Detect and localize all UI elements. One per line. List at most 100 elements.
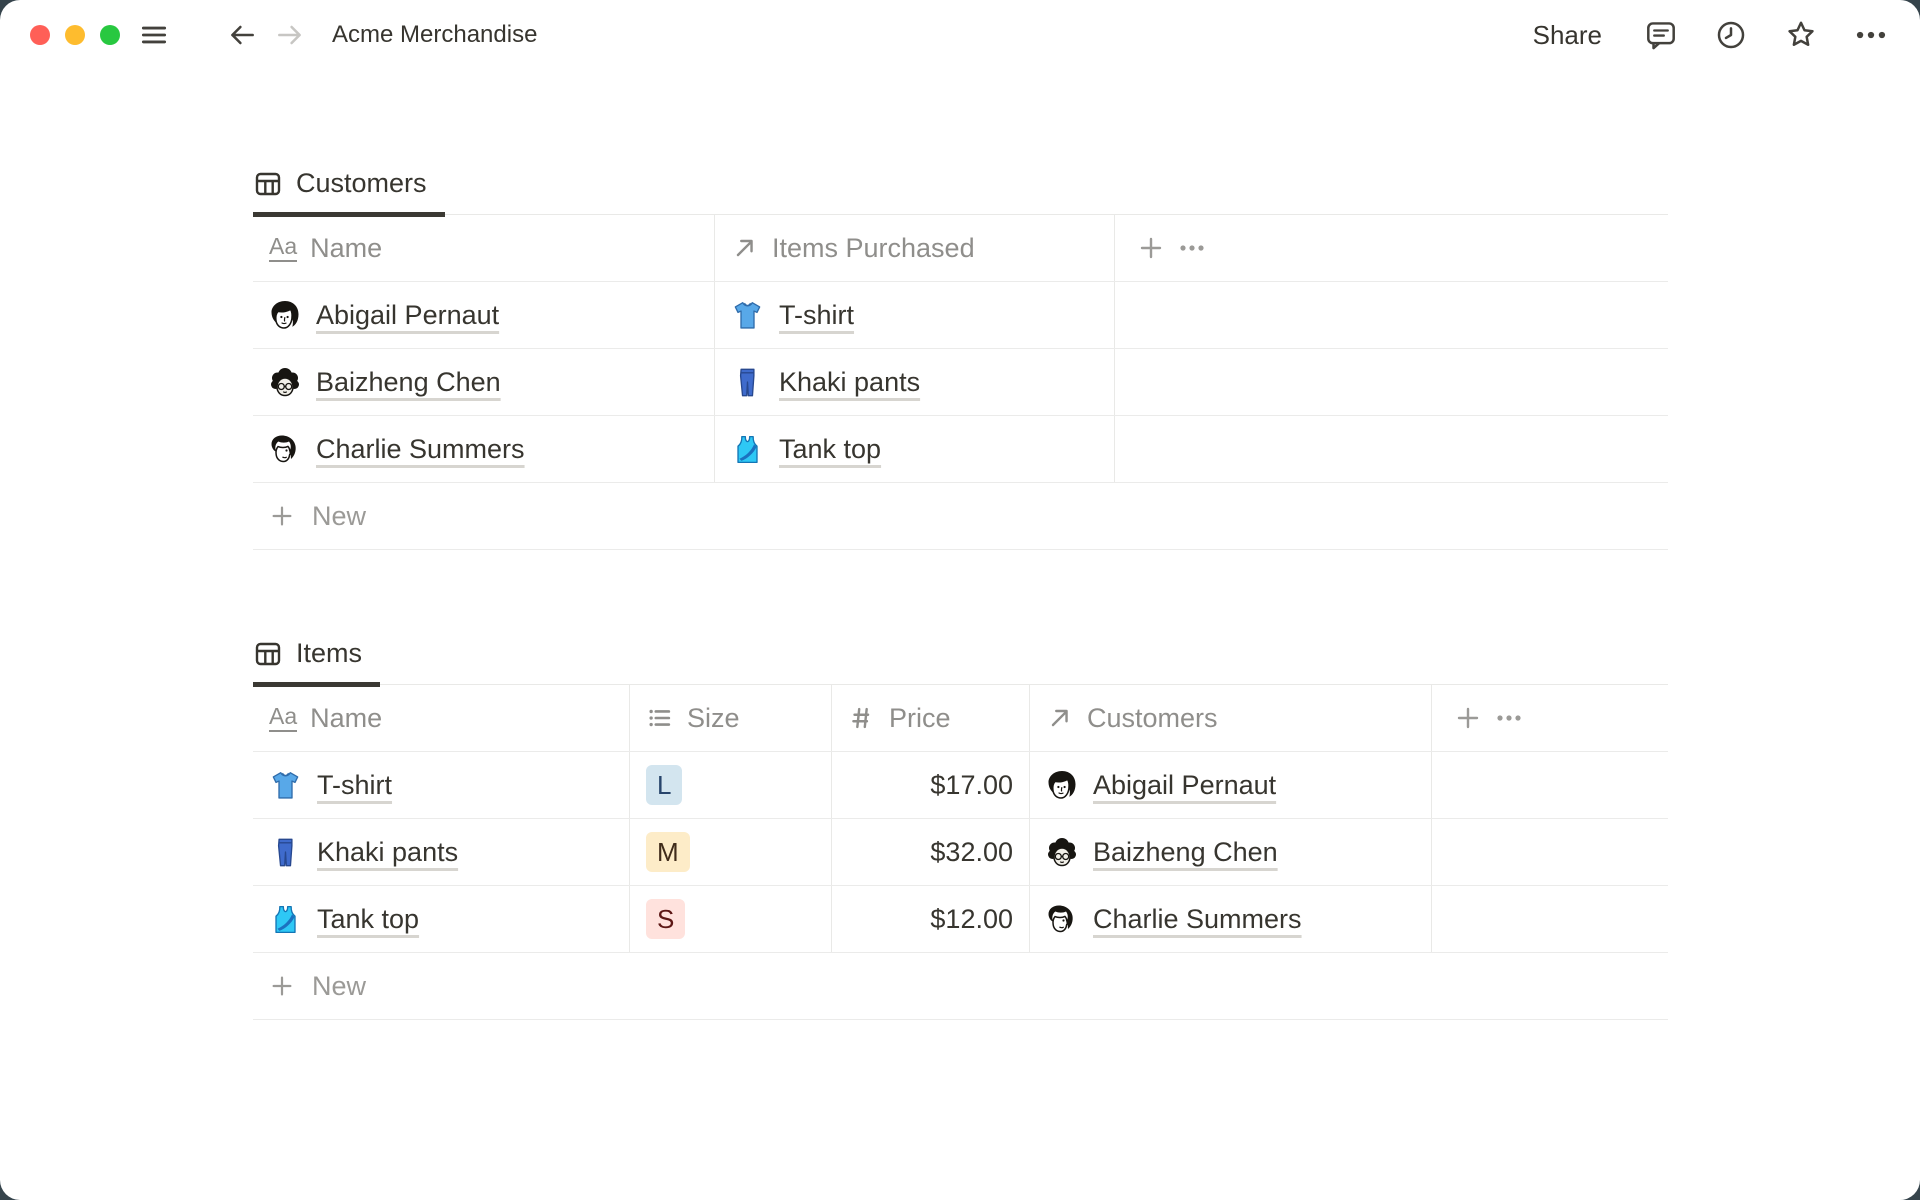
new-row-label: New [312,500,367,531]
empty-cell [1432,752,1668,818]
item-link[interactable]: T-shirt [779,300,854,331]
more-options-button[interactable] [1854,18,1888,52]
customers-view-tabs: Customers [253,168,1668,217]
item-name-link[interactable]: Tank top [317,904,419,935]
column-header-size[interactable]: Size [630,685,832,751]
item-name-link[interactable]: Khaki pants [317,837,458,868]
table-options-button[interactable] [1495,704,1523,732]
column-label: Name [310,232,383,263]
cell-customer-name[interactable]: Abigail Pernaut [253,282,715,348]
add-property-button[interactable] [1454,704,1482,732]
close-window-button[interactable] [30,25,50,45]
zoom-window-button[interactable] [100,25,120,45]
customer-link[interactable]: Baizheng Chen [1093,837,1278,868]
updates-history-button[interactable] [1714,18,1748,52]
table-options-button[interactable] [1178,234,1206,262]
cell-items-purchased[interactable]: T-shirt [715,282,1115,348]
column-header-items-purchased[interactable]: Items Purchased [715,215,1115,281]
table-row: Khaki pants M $32.00 Baizheng Chen [253,819,1668,886]
avatar [269,299,301,331]
column-header-name[interactable]: Aa Name [253,685,630,751]
navigate-forward-button[interactable] [274,19,306,51]
plus-icon [269,973,295,999]
number-hash-icon [848,704,876,732]
items-view-tabs: Items [253,638,1668,687]
title-bar: Acme Merchandise Share [0,0,1920,70]
cell-size[interactable]: M [630,819,832,885]
relation-arrow-icon [1046,704,1074,732]
column-label: Customers [1087,702,1218,733]
cell-customer[interactable]: Charlie Summers [1030,886,1432,952]
tab-customers-table-view[interactable]: Customers [253,168,445,217]
size-tag[interactable]: L [646,765,683,805]
page-title: Acme Merchandise [332,21,538,48]
ellipsis-more-icon [1854,18,1888,52]
cell-size[interactable]: L [630,752,832,818]
view-tab-label: Items [296,638,363,668]
items-table-header: Aa Name Size Price Customers [253,685,1668,752]
table-row: Baizheng Chen Khaki pants [253,349,1668,416]
cell-item-name[interactable]: Tank top [253,886,630,952]
column-header-customers[interactable]: Customers [1030,685,1432,751]
customer-name-link[interactable]: Charlie Summers [316,434,525,465]
page-content: Customers Aa Name Items Purchased Abigai… [0,168,1920,1020]
text-Aa-icon: Aa [269,704,298,732]
size-tag[interactable]: S [646,899,686,939]
comments-button[interactable] [1644,18,1678,52]
size-tag[interactable]: M [646,832,690,872]
favorite-button[interactable] [1784,18,1818,52]
tab-items-table-view[interactable]: Items [253,638,381,687]
minimize-window-button[interactable] [65,25,85,45]
navigate-back-button[interactable] [226,19,258,51]
cell-price[interactable]: $17.00 [832,752,1030,818]
sidebar-menu-button[interactable] [138,19,170,51]
plus-icon [269,503,295,529]
relation-arrow-icon [731,234,759,262]
select-list-icon [646,704,674,732]
column-header-price[interactable]: Price [832,685,1030,751]
add-property-button[interactable] [1137,234,1165,262]
cell-customer-name[interactable]: Charlie Summers [253,416,715,482]
avatar [269,433,301,465]
avatar [1046,836,1078,868]
customer-name-link[interactable]: Baizheng Chen [316,367,501,398]
cell-items-purchased[interactable]: Khaki pants [715,349,1115,415]
cell-item-name[interactable]: Khaki pants [253,819,630,885]
cell-customer[interactable]: Abigail Pernaut [1030,752,1432,818]
table-row: T-shirt L $17.00 Abigail Pernaut [253,752,1668,819]
new-row-button[interactable]: New [253,953,1668,1020]
text-Aa-icon: Aa [269,234,298,262]
item-name-link[interactable]: T-shirt [317,770,392,801]
customer-link[interactable]: Abigail Pernaut [1093,770,1276,801]
cell-customer[interactable]: Baizheng Chen [1030,819,1432,885]
customers-table-header: Aa Name Items Purchased [253,215,1668,282]
item-link[interactable]: Khaki pants [779,367,920,398]
empty-cell [1115,349,1668,415]
cell-item-name[interactable]: T-shirt [253,752,630,818]
customer-name-link[interactable]: Abigail Pernaut [316,300,499,331]
share-button[interactable]: Share [1527,19,1608,52]
cell-items-purchased[interactable]: Tank top [715,416,1115,482]
jeans-icon [731,366,764,399]
empty-cell [1432,886,1668,952]
customer-link[interactable]: Charlie Summers [1093,904,1302,935]
header-extra-cell [1432,685,1668,751]
view-tab-label: Customers [296,168,427,198]
column-label: Items Purchased [772,232,975,263]
cell-size[interactable]: S [630,886,832,952]
avatar [269,366,301,398]
cell-price[interactable]: $32.00 [832,819,1030,885]
star-favorite-icon [1784,18,1818,52]
tshirt-icon [731,299,764,332]
item-link[interactable]: Tank top [779,434,881,465]
items-database: Items Aa Name Size Price Customers T-shi… [253,638,1668,1020]
new-row-label: New [312,970,367,1001]
cell-customer-name[interactable]: Baizheng Chen [253,349,715,415]
tank-top-icon [269,903,302,936]
new-row-button[interactable]: New [253,483,1668,550]
cell-price[interactable]: $12.00 [832,886,1030,952]
customers-table-body: Abigail Pernaut T-shirt Baizheng Chen Kh… [253,282,1668,483]
comment-icon [1644,18,1678,52]
forward-arrow-icon [274,19,306,51]
column-header-name[interactable]: Aa Name [253,215,715,281]
